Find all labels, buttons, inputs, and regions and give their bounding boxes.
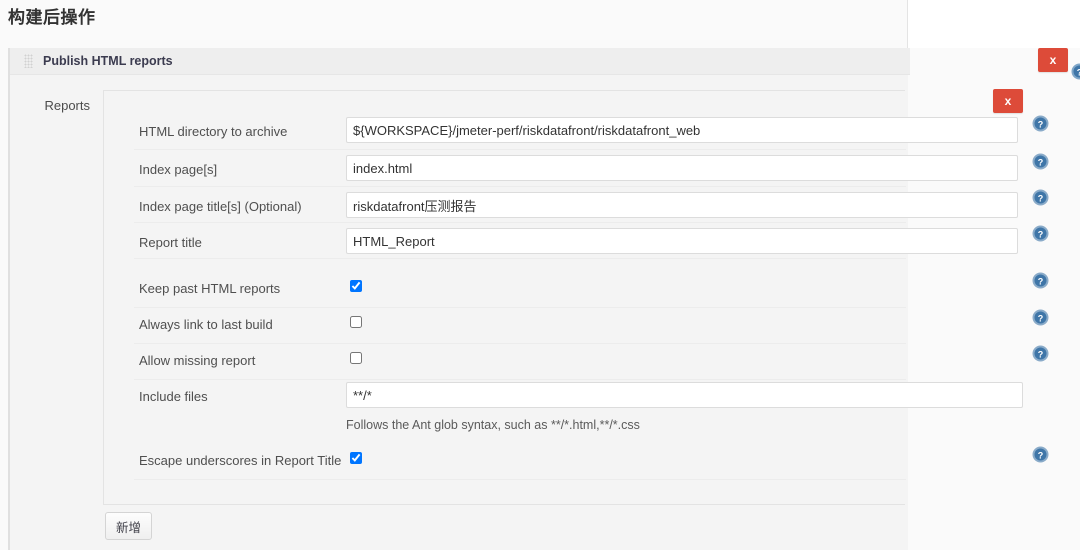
help-icon[interactable]: ? — [1032, 153, 1049, 170]
form-row: Escape underscores in Report Title — [104, 444, 906, 480]
checkbox[interactable] — [350, 452, 362, 464]
form-row-label: Index page title[s] (Optional) — [139, 199, 302, 214]
help-icon[interactable]: ? — [1032, 345, 1049, 362]
svg-text:?: ? — [1038, 450, 1044, 460]
form-row: Allow missing report — [104, 344, 906, 380]
publisher-title: Publish HTML reports — [43, 54, 173, 68]
form-row: Index page title[s] (Optional) — [104, 190, 1018, 226]
row-separator — [134, 222, 906, 223]
help-icon[interactable]: ? — [1032, 272, 1049, 289]
text-input[interactable] — [346, 117, 1018, 143]
text-input[interactable] — [346, 382, 1023, 408]
checkbox[interactable] — [350, 316, 362, 328]
row-separator — [134, 186, 906, 187]
add-button[interactable]: 新增 — [105, 512, 153, 540]
help-icon[interactable]: ? — [1032, 309, 1049, 326]
form-row: Always link to last build — [104, 308, 906, 344]
publisher-panel-header: Publish HTML reports — [10, 48, 910, 75]
svg-text:?: ? — [1038, 229, 1044, 239]
form-row: Include files — [104, 380, 1023, 416]
svg-text:?: ? — [1038, 349, 1044, 359]
svg-text:?: ? — [1038, 157, 1044, 167]
form-row-label: Index page[s] — [139, 162, 218, 177]
include-files-hint: Follows the Ant glob syntax, such as **/… — [346, 418, 640, 432]
text-input[interactable] — [346, 228, 1018, 254]
form-row-label: Keep past HTML reports — [139, 281, 281, 296]
checkbox[interactable] — [350, 280, 362, 292]
drag-handle-icon[interactable] — [24, 54, 33, 68]
svg-text:?: ? — [1038, 313, 1044, 323]
text-input[interactable] — [346, 192, 1018, 218]
form-row: Index page[s] — [104, 153, 1018, 189]
svg-text:?: ? — [1038, 193, 1044, 203]
form-row: Keep past HTML reports — [104, 272, 906, 308]
form-row: HTML directory to archive — [104, 115, 1018, 151]
form-row-label: HTML directory to archive — [139, 124, 288, 139]
page-title: 构建后操作 — [8, 8, 96, 27]
checkbox[interactable] — [350, 352, 362, 364]
help-icon[interactable]: ? — [1032, 225, 1049, 242]
row-separator — [134, 479, 906, 480]
help-icon[interactable]: ? — [1032, 189, 1049, 206]
help-icon[interactable]: ? — [1032, 446, 1049, 463]
form-row-label: Include files — [139, 389, 208, 404]
reports-form-panel: HTML directory to archive Index page[s] In… — [103, 90, 1023, 505]
svg-text:?: ? — [1038, 119, 1044, 129]
reports-tab-label: Reports — [44, 98, 90, 113]
help-icon[interactable]: ? — [1032, 115, 1049, 132]
form-row-label: Always link to last build — [139, 317, 273, 332]
delete-report-button[interactable]: x — [993, 89, 1023, 113]
top-right-blank — [908, 0, 1080, 48]
form-row-label: Escape underscores in Report Title — [139, 453, 342, 468]
svg-text:?: ? — [1038, 276, 1044, 286]
form-row-label: Allow missing report — [139, 353, 256, 368]
row-separator — [134, 149, 906, 150]
help-icon[interactable]: ? — [1071, 63, 1080, 80]
row-separator — [134, 258, 906, 259]
delete-publisher-button[interactable]: x — [1038, 48, 1068, 72]
form-row: Report title — [104, 226, 1018, 262]
form-row-label: Report title — [139, 235, 202, 250]
text-input[interactable] — [346, 155, 1018, 181]
